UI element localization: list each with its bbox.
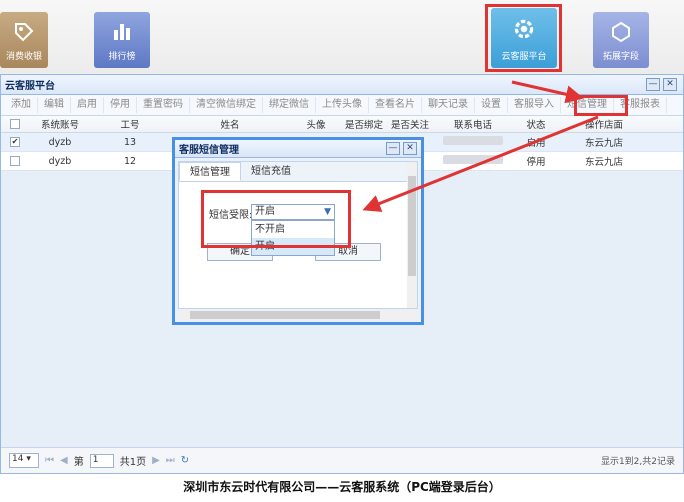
expand-fields-launcher[interactable]: 拓展字段: [593, 12, 649, 68]
top-launcher-bar: 消费收银 排行榜 云客服平台 拓展字段: [0, 0, 684, 74]
col-followed[interactable]: 是否关注: [387, 117, 433, 131]
table-header: 系统账号 工号 姓名 头像 是否绑定 是否关注 联系电话 状态 操作店面: [1, 116, 683, 133]
hexagon-icon: [612, 21, 630, 43]
redacted-phone: [443, 136, 503, 145]
launcher-label: 拓展字段: [602, 52, 639, 62]
window-title: 云客服平台: [1, 75, 683, 95]
col-name[interactable]: 姓名: [169, 117, 291, 131]
cell-status: 启用: [526, 138, 546, 149]
vertical-scrollbar[interactable]: [407, 162, 417, 308]
pagination-bar: 14 ▾ ⏮ ◀ 第 1 共1页 ▶ ⏭ ↻ 显示1到2,共2记录: [1, 447, 683, 473]
col-store[interactable]: 操作店面: [559, 117, 649, 131]
launcher-label: 排行榜: [108, 52, 136, 62]
toolbar-edit-button[interactable]: 编辑: [38, 97, 71, 113]
cell-store: 东云九店: [584, 157, 623, 168]
toolbar-reset-password-button[interactable]: 重置密码: [137, 97, 190, 113]
toolbar-view-card-button[interactable]: 查看名片: [369, 97, 422, 113]
col-avatar[interactable]: 头像: [291, 117, 341, 131]
col-phone[interactable]: 联系电话: [433, 117, 513, 131]
toolbar-add-button[interactable]: 添加: [5, 97, 38, 113]
toolbar-settings-button[interactable]: 设置: [475, 97, 508, 113]
horizontal-scrollbar[interactable]: [178, 310, 418, 320]
toolbar-upload-avatar-button[interactable]: 上传头像: [316, 97, 369, 113]
refresh-icon[interactable]: ↻: [181, 455, 189, 466]
toolbar-chat-log-button[interactable]: 聊天记录: [422, 97, 475, 113]
launcher-label: 消费收银: [5, 52, 42, 62]
toolbar-bind-wechat-button[interactable]: 绑定微信: [263, 97, 316, 113]
cell-number: 12: [123, 155, 137, 167]
page-caption: 深圳市东云时代有限公司——云客服系统（PC端登录后台）: [0, 474, 684, 502]
last-page-icon[interactable]: ⏭: [166, 455, 175, 466]
cell-store: 东云九店: [584, 138, 623, 149]
page-number-input[interactable]: 1: [89, 453, 114, 468]
highlight-box-launcher: [485, 4, 562, 72]
col-number[interactable]: 工号: [91, 117, 169, 131]
toolbar-disable-button[interactable]: 停用: [104, 97, 137, 113]
cell-status: 停用: [526, 157, 546, 168]
cell-number: 13: [123, 136, 137, 148]
cell-account: dyzb: [48, 136, 72, 148]
cell-account: dyzb: [48, 155, 72, 167]
col-status[interactable]: 状态: [513, 117, 559, 131]
highlight-box-dropdown: [201, 190, 351, 248]
prev-page-icon[interactable]: ◀: [60, 455, 68, 466]
col-account[interactable]: 系统账号: [29, 117, 91, 131]
redacted-phone: [443, 155, 503, 164]
toolbar-enable-button[interactable]: 启用: [71, 97, 104, 113]
row-checkbox[interactable]: ✔: [10, 137, 20, 147]
toolbar-clear-wechat-button[interactable]: 清空微信绑定: [190, 97, 263, 113]
first-page-icon[interactable]: ⏮: [45, 455, 54, 466]
col-bound[interactable]: 是否绑定: [341, 117, 387, 131]
tag-icon: [15, 23, 34, 42]
bar-chart-icon: [114, 24, 130, 40]
row-checkbox[interactable]: [10, 156, 20, 166]
next-page-icon[interactable]: ▶: [152, 455, 160, 466]
dialog-close-button[interactable]: ✕: [403, 142, 417, 155]
tab-sms-management[interactable]: 短信管理: [179, 162, 241, 181]
page-size-select[interactable]: 14 ▾: [9, 453, 39, 468]
ranking-launcher[interactable]: 排行榜: [94, 12, 150, 68]
page-total: 共1页: [119, 457, 147, 468]
page-prefix: 第: [73, 457, 84, 468]
record-info: 显示1到2,共2记录: [600, 457, 675, 467]
dialog-minimize-button[interactable]: —: [386, 142, 400, 155]
close-button[interactable]: ✕: [663, 78, 677, 91]
select-all-checkbox[interactable]: [10, 119, 20, 129]
highlight-box-sms: [574, 95, 628, 116]
dialog-tabs: 短信管理 短信充值: [179, 162, 417, 182]
dialog-title: 客服短信管理: [175, 140, 421, 158]
tab-sms-recharge[interactable]: 短信充值: [241, 162, 301, 181]
minimize-button[interactable]: —: [646, 78, 660, 91]
cash-register-launcher[interactable]: 消费收银: [0, 12, 48, 68]
toolbar-import-button[interactable]: 客服导入: [508, 97, 561, 113]
